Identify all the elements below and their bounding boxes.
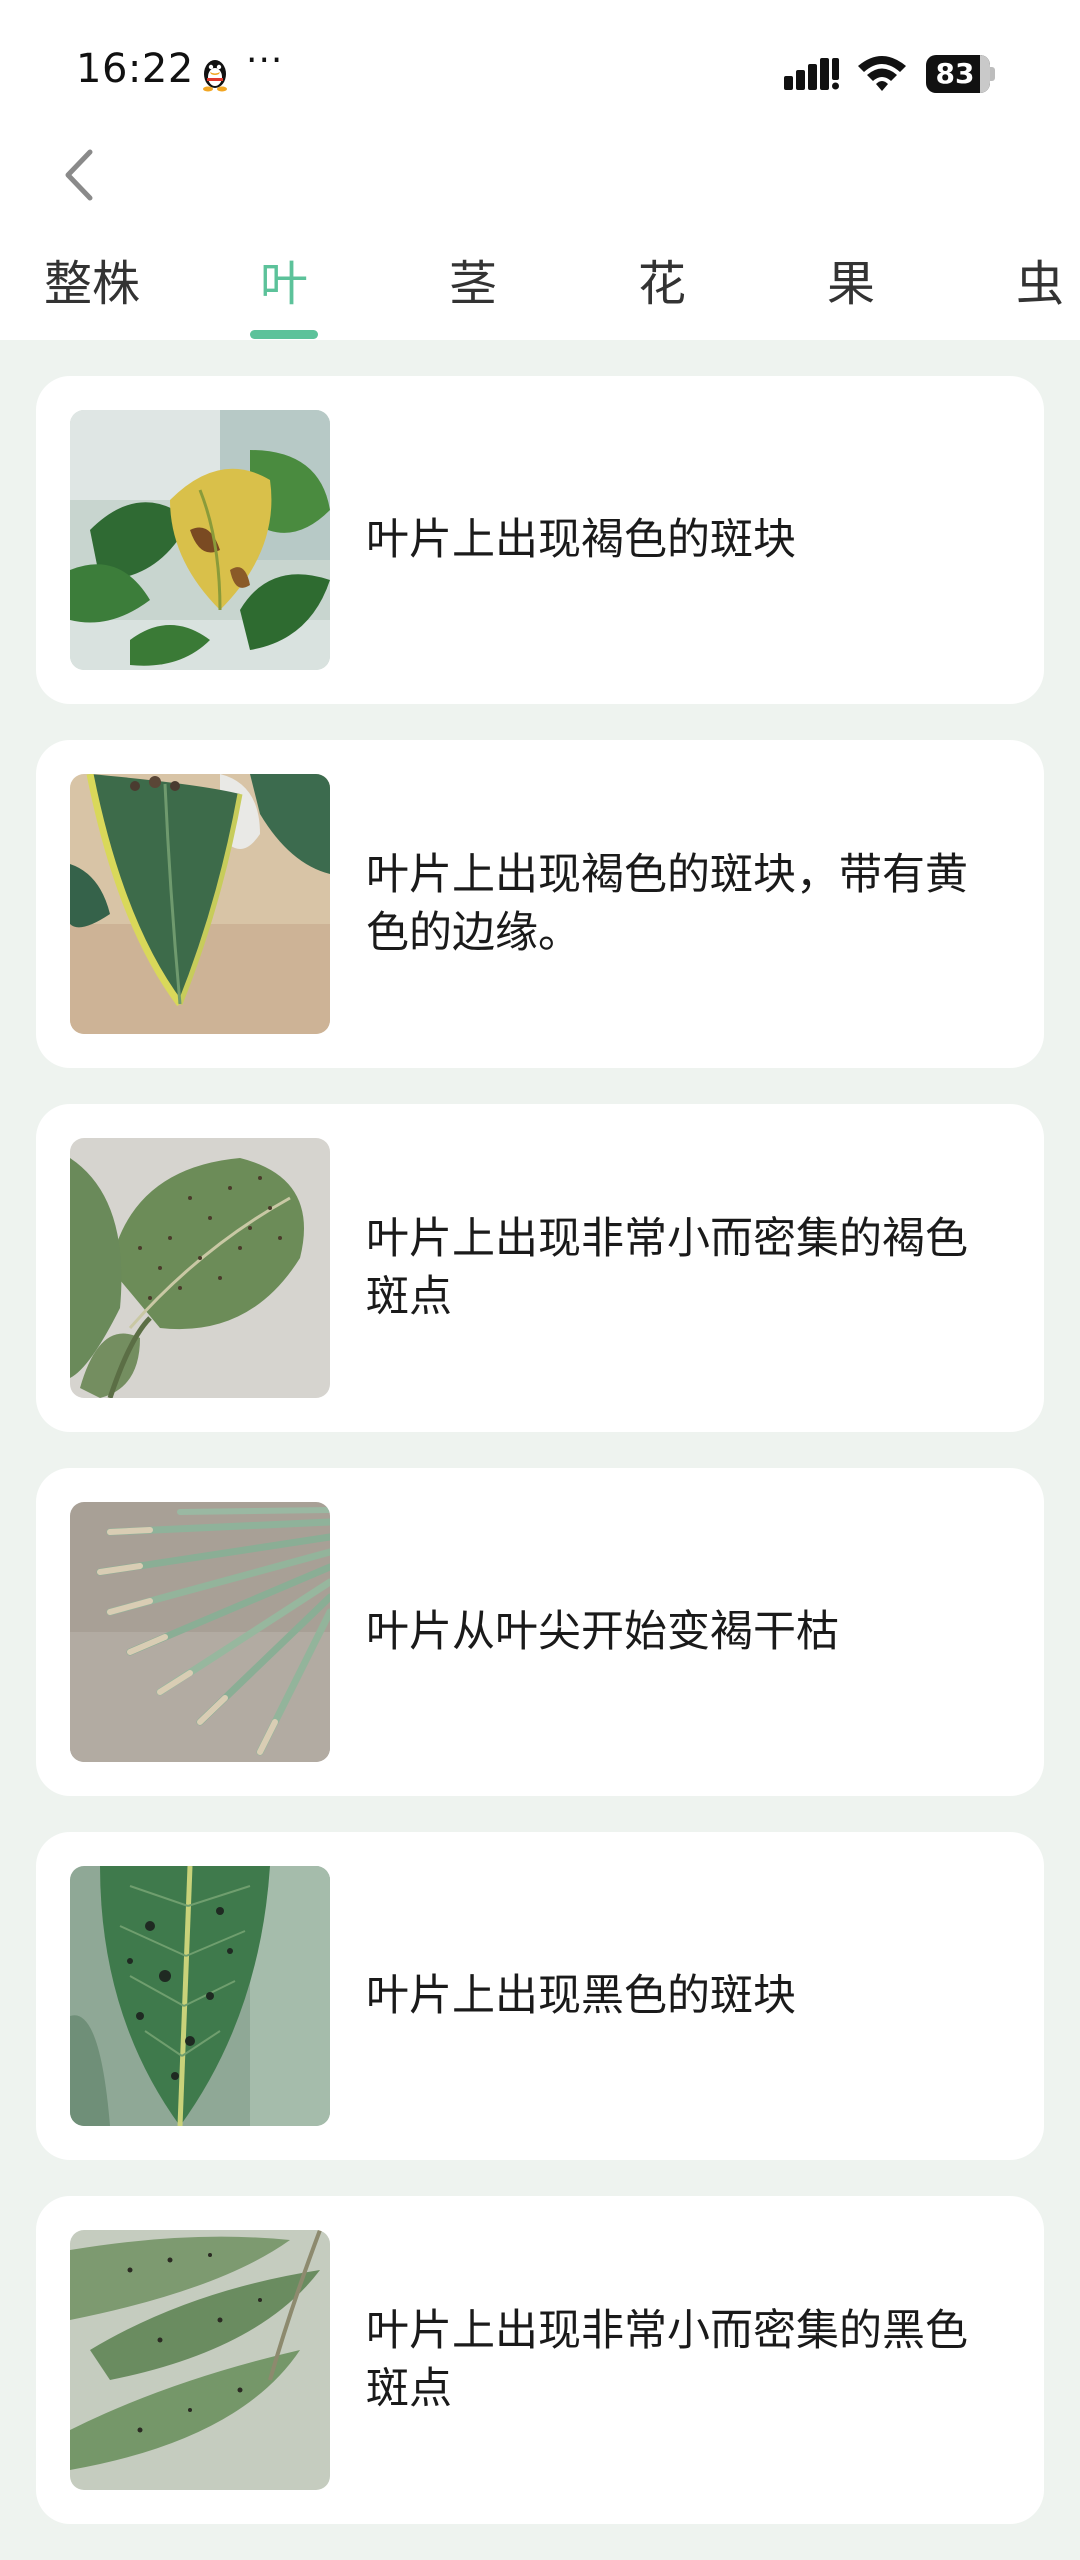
item-text: 叶片上出现褐色的斑块 <box>366 515 796 565</box>
tab-leaf[interactable]: 叶 <box>260 238 308 338</box>
more-notifications-icon: ··· <box>246 40 284 81</box>
active-tab-indicator <box>250 330 318 339</box>
list-item[interactable]: 叶片上出现褐色的斑块 <box>36 376 1044 704</box>
list-item[interactable]: 叶片从叶尖开始变褐干枯 <box>36 1468 1044 1796</box>
qq-penguin-icon <box>203 60 227 92</box>
category-tabs: 整株 叶 茎 花 果 虫 <box>0 238 1080 339</box>
list-item[interactable]: 叶片上出现黑色的斑块 <box>36 1832 1044 2160</box>
symptom-image <box>70 1502 330 1762</box>
tab-fruit[interactable]: 果 <box>827 238 875 338</box>
symptom-image <box>70 774 330 1034</box>
tab-flower[interactable]: 花 <box>638 238 686 338</box>
item-text: 叶片上出现褐色的斑块，带有黄色的边缘。 <box>366 850 968 958</box>
symptom-image <box>70 2230 330 2490</box>
chevron-left-icon <box>65 149 93 201</box>
item-text: 叶片从叶尖开始变褐干枯 <box>366 1607 839 1657</box>
battery-level: 83 <box>935 57 975 90</box>
symptom-image <box>70 410 330 670</box>
tab-insect[interactable]: 虫 <box>1016 238 1064 338</box>
list-item[interactable]: 叶片上出现非常小而密集的褐色斑点 <box>36 1104 1044 1432</box>
signal-icon <box>784 58 839 90</box>
symptom-image <box>70 1138 330 1398</box>
symptom-image <box>70 1866 330 2126</box>
battery-icon: 83 <box>926 55 996 93</box>
status-time: 16:22 <box>76 46 194 92</box>
wifi-icon <box>858 56 906 91</box>
list-item[interactable]: 叶片上出现非常小而密集的黑色斑点 <box>36 2196 1044 2524</box>
tab-stem[interactable]: 茎 <box>449 238 497 338</box>
item-text: 叶片上出现非常小而密集的褐色斑点 <box>366 1214 968 1322</box>
back-button[interactable] <box>50 140 110 210</box>
status-bar: 16:22 ··· 83 <box>0 0 1080 148</box>
list-item[interactable]: 叶片上出现褐色的斑块，带有黄色的边缘。 <box>36 740 1044 1068</box>
item-text: 叶片上出现非常小而密集的黑色斑点 <box>366 2306 968 2414</box>
item-text: 叶片上出现黑色的斑块 <box>366 1971 796 2021</box>
symptom-list: 叶片上出现褐色的斑块 叶片上出现褐色的斑块，带有黄色的边缘。 叶片上出现非常小而… <box>36 376 1044 2560</box>
tab-whole-plant[interactable]: 整株 <box>44 238 140 338</box>
